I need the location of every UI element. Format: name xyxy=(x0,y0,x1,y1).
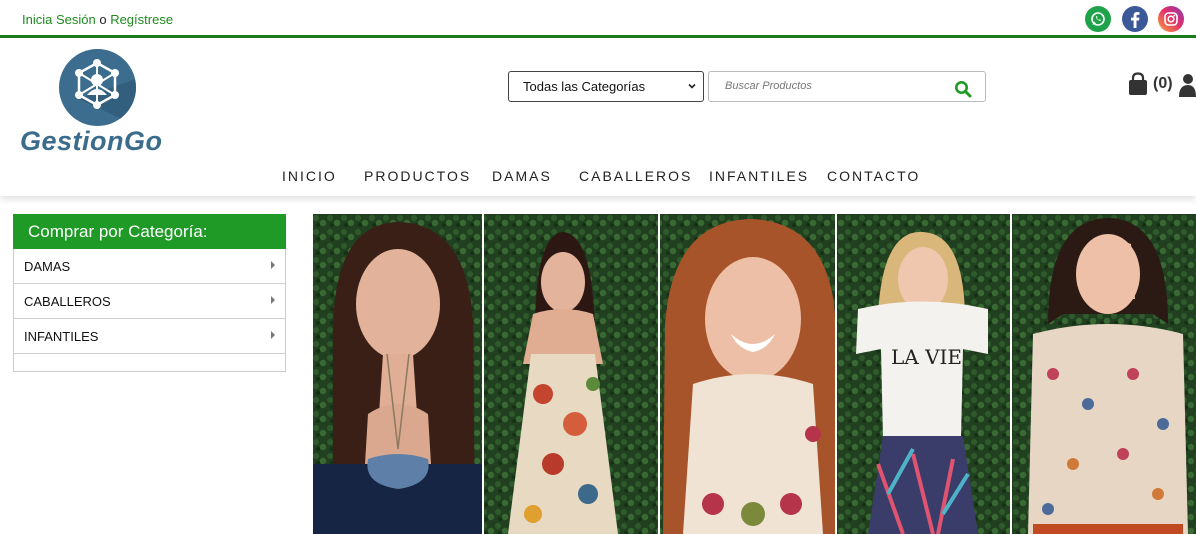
facebook-icon[interactable] xyxy=(1122,6,1148,32)
hero-banner[interactable]: LA VIE xyxy=(313,214,1196,534)
sidebar-item-label: DAMAS xyxy=(24,258,71,274)
shopping-bag-icon xyxy=(1129,72,1147,95)
search-input[interactable] xyxy=(725,80,925,92)
site-header: GestionGo Todas las Categorías (0) INICI… xyxy=(0,41,1196,196)
login-link[interactable]: Inicia Sesión xyxy=(22,12,96,27)
sidebar-item-caballeros[interactable]: CABALLEROS xyxy=(14,284,285,319)
nav-item-contacto[interactable]: CONTACTO xyxy=(827,168,920,184)
sidebar-title: Comprar por Categoría: xyxy=(13,214,286,249)
sidebar-item-infantiles[interactable]: INFANTILES xyxy=(14,319,285,354)
chevron-right-icon xyxy=(271,296,275,304)
chevron-right-icon xyxy=(271,331,275,339)
nav-item-caballeros[interactable]: CABALLEROS xyxy=(579,168,692,184)
brand-name[interactable]: GestionGo xyxy=(20,126,163,157)
nav-item-inicio[interactable]: INICIO xyxy=(282,168,337,184)
user-icon[interactable] xyxy=(1179,73,1196,97)
nav-item-productos[interactable]: PRODUCTOS xyxy=(364,168,471,184)
sidebar-item-label: INFANTILES xyxy=(24,328,99,344)
nav-item-damas[interactable]: DAMAS xyxy=(492,168,552,184)
cart-button[interactable]: (0) xyxy=(1127,72,1173,96)
top-bar: Inicia Sesión o Regístrese xyxy=(0,0,1196,38)
category-select[interactable]: Todas las Categorías xyxy=(508,71,704,102)
chevron-right-icon xyxy=(271,261,275,269)
search-icon[interactable] xyxy=(953,79,973,99)
sidebar-item-label: CABALLEROS xyxy=(24,293,111,309)
auth-links: Inicia Sesión o Regístrese xyxy=(22,12,173,27)
sidebar-item-damas[interactable]: DAMAS xyxy=(14,249,285,284)
main-nav: INICIO PRODUCTOS DAMAS CABALLEROS INFANT… xyxy=(0,168,1196,188)
banner-photo-collage: LA VIE xyxy=(313,214,1196,534)
whatsapp-icon[interactable] xyxy=(1085,6,1111,32)
model-photo-5 xyxy=(1012,214,1196,534)
instagram-icon[interactable] xyxy=(1158,6,1184,32)
chevron-down-icon xyxy=(688,83,696,89)
model-photo-3 xyxy=(660,214,836,534)
category-select-value: Todas las Categorías xyxy=(523,79,646,94)
cart-count: (0) xyxy=(1153,75,1173,92)
search-box xyxy=(708,71,986,102)
auth-connector: o xyxy=(95,12,111,27)
shirt-print-graphic: LA VIE xyxy=(891,345,962,369)
logo-emblem-icon[interactable] xyxy=(59,49,136,126)
model-photo-4: LA VIE xyxy=(837,214,1011,534)
register-link[interactable]: Regístrese xyxy=(110,12,173,27)
category-sidebar: Comprar por Categoría: DAMAS CABALLEROS … xyxy=(13,214,286,372)
nav-item-infantiles[interactable]: INFANTILES xyxy=(709,168,809,184)
model-photo-1 xyxy=(313,214,483,534)
